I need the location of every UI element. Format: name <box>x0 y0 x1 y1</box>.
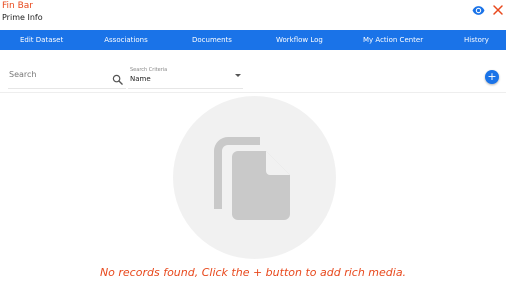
tab-my-action-center[interactable]: My Action Center <box>363 30 423 50</box>
tab-associations[interactable]: Associations <box>104 30 148 50</box>
search-criteria-select[interactable]: Search Criteria Name <box>128 64 243 89</box>
tab-history[interactable]: History <box>464 30 489 50</box>
view-button[interactable] <box>472 1 485 15</box>
search-placeholder: Search <box>9 70 37 79</box>
empty-state-message: No records found, Click the + button to … <box>99 266 407 279</box>
page-subtitle: Prime Info <box>2 13 43 22</box>
tab-edit-dataset[interactable]: Edit Dataset <box>20 30 63 50</box>
app-title: Fin Bar <box>2 1 33 11</box>
documents-icon <box>214 137 290 220</box>
divider <box>0 92 506 93</box>
nav-bar: Edit Dataset Associations Documents Work… <box>0 30 506 50</box>
page-root: Fin Bar Prime Info Edit Dataset Associat… <box>0 0 506 281</box>
search-input[interactable]: Search <box>8 62 126 89</box>
close-icon <box>493 5 503 15</box>
search-icon <box>112 74 123 85</box>
close-button[interactable] <box>492 1 504 15</box>
tab-documents[interactable]: Documents <box>192 30 232 50</box>
tab-workflow-log[interactable]: Workflow Log <box>276 30 323 50</box>
search-button[interactable] <box>112 70 123 85</box>
eye-icon <box>472 6 485 15</box>
add-button[interactable]: + <box>485 70 499 84</box>
chevron-down-icon <box>235 74 241 77</box>
search-criteria-label: Search Criteria <box>130 67 168 73</box>
header: Fin Bar Prime Info <box>0 0 506 30</box>
search-criteria-value: Name <box>130 75 151 83</box>
